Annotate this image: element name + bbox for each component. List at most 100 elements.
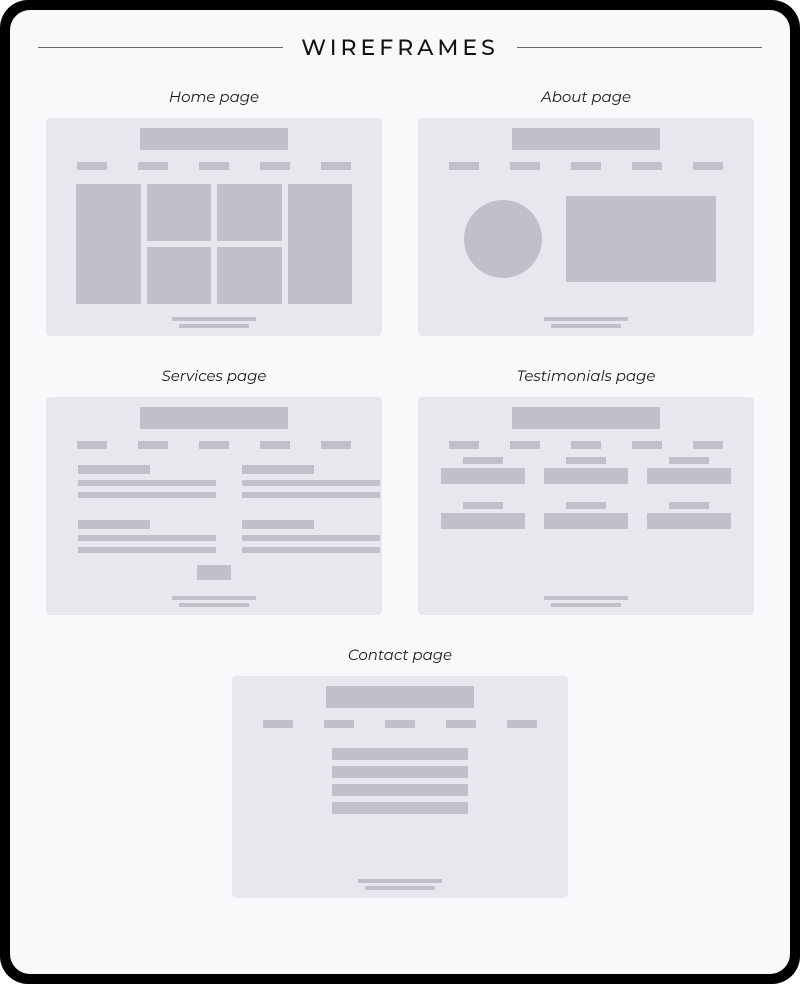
service-text-line xyxy=(242,535,380,541)
nav-link xyxy=(385,720,415,728)
nav-link xyxy=(77,162,107,170)
nav-link xyxy=(321,441,351,449)
home-tile-col xyxy=(217,184,282,304)
testimonial-grid xyxy=(440,457,732,529)
home-tile-col xyxy=(147,184,212,304)
nav-link xyxy=(507,720,537,728)
service-text-line xyxy=(78,492,216,498)
footer-line xyxy=(544,317,628,321)
wireframe-canvas-home xyxy=(46,118,382,336)
form-field-placeholder xyxy=(332,766,468,778)
service-text-line xyxy=(242,492,380,498)
footer-line xyxy=(172,317,256,321)
logo-placeholder xyxy=(512,407,660,429)
testimonial-name xyxy=(669,502,709,509)
nav-link xyxy=(510,162,540,170)
nav-link xyxy=(138,441,168,449)
wireframe-grid: Home page xyxy=(38,87,762,898)
service-text-line xyxy=(242,480,380,486)
nav-link xyxy=(77,441,107,449)
nav-link xyxy=(632,162,662,170)
service-heading xyxy=(242,465,314,474)
spacer xyxy=(242,504,382,514)
nav-row xyxy=(232,720,568,728)
testimonial-item xyxy=(440,502,527,529)
testimonial-name xyxy=(669,457,709,464)
page-title: WIREFRAMES xyxy=(301,34,498,61)
wireframe-label-services: Services page xyxy=(46,366,382,385)
nav-link xyxy=(632,441,662,449)
image-tile xyxy=(147,247,212,304)
logo-placeholder xyxy=(140,128,288,150)
nav-link xyxy=(199,441,229,449)
cta-button-placeholder xyxy=(197,565,231,580)
nav-link xyxy=(449,162,479,170)
footer-line xyxy=(365,886,435,890)
image-tile xyxy=(147,184,212,241)
divider-right xyxy=(517,47,762,48)
footer-placeholder xyxy=(544,317,628,328)
wireframe-card-about: About page xyxy=(418,87,754,336)
nav-row xyxy=(418,441,754,449)
wireframe-card-testimonials: Testimonials page xyxy=(418,366,754,615)
service-column xyxy=(242,465,382,553)
nav-link xyxy=(324,720,354,728)
service-column xyxy=(78,465,218,553)
image-tile xyxy=(76,184,141,304)
nav-link xyxy=(446,720,476,728)
logo-placeholder xyxy=(326,686,474,708)
footer-line xyxy=(544,596,628,600)
testimonial-name xyxy=(566,457,606,464)
testimonial-name xyxy=(463,502,503,509)
service-heading xyxy=(242,520,314,529)
testimonial-item xyxy=(543,457,630,484)
image-tile xyxy=(217,184,282,241)
home-tile-col xyxy=(76,184,141,304)
wireframe-label-testimonials: Testimonials page xyxy=(418,366,754,385)
testimonial-quote xyxy=(441,468,525,484)
footer-placeholder xyxy=(544,596,628,607)
text-block-placeholder xyxy=(566,196,716,282)
service-text-line xyxy=(78,547,216,553)
footer-line xyxy=(179,603,249,607)
service-heading xyxy=(78,520,150,529)
wireframe-canvas-testimonials xyxy=(418,397,754,615)
footer-line xyxy=(358,879,442,883)
image-tile xyxy=(288,184,353,304)
footer-placeholder xyxy=(172,317,256,328)
contact-form xyxy=(332,748,468,814)
form-field-placeholder xyxy=(332,784,468,796)
service-text-line xyxy=(78,535,216,541)
avatar-placeholder xyxy=(464,200,542,278)
testimonial-quote xyxy=(647,468,731,484)
wireframe-canvas-about xyxy=(418,118,754,336)
testimonial-item xyxy=(440,457,527,484)
wireframe-canvas-services xyxy=(46,397,382,615)
testimonial-item xyxy=(645,502,732,529)
testimonial-item xyxy=(543,502,630,529)
nav-link xyxy=(510,441,540,449)
wireframe-label-contact: Contact page xyxy=(232,645,568,664)
nav-row xyxy=(46,441,382,449)
testimonial-item xyxy=(645,457,732,484)
nav-link xyxy=(693,441,723,449)
home-grid xyxy=(76,184,352,304)
service-heading xyxy=(78,465,150,474)
wireframe-card-services: Services page xyxy=(46,366,382,615)
form-field-placeholder xyxy=(332,802,468,814)
wireframe-canvas-contact xyxy=(232,676,568,898)
service-text-line xyxy=(78,480,216,486)
footer-line xyxy=(551,324,621,328)
nav-link xyxy=(571,441,601,449)
home-tile-col xyxy=(288,184,353,304)
wireframe-card-home: Home page xyxy=(46,87,382,336)
nav-row xyxy=(418,162,754,170)
nav-link xyxy=(263,720,293,728)
nav-link xyxy=(260,441,290,449)
page-title-row: WIREFRAMES xyxy=(38,34,762,61)
testimonial-quote xyxy=(647,513,731,529)
testimonial-name xyxy=(566,502,606,509)
testimonial-quote xyxy=(544,513,628,529)
footer-line xyxy=(179,324,249,328)
service-text-line xyxy=(242,547,380,553)
